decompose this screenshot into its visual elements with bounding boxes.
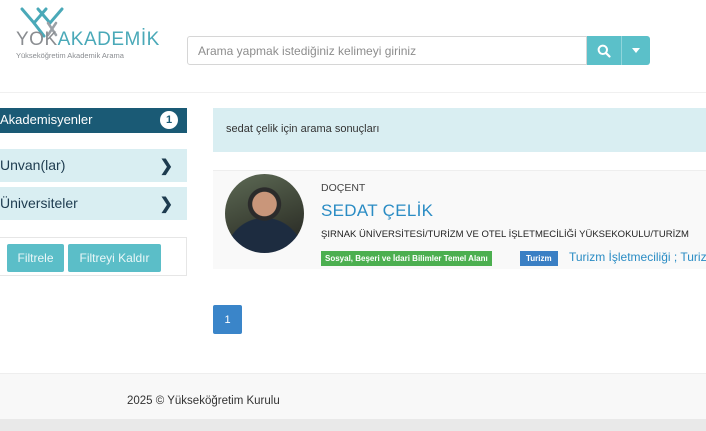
sidebar-item-universiteler[interactable]: Üniversiteler ❯ <box>0 187 187 220</box>
bottom-strip <box>0 419 706 431</box>
search-button[interactable] <box>587 36 621 65</box>
field-tag[interactable]: Sosyal, Beşeri ve İdari Bilimler Temel A… <box>321 251 492 266</box>
sidebar-item-label: Unvan(lar) <box>0 157 66 173</box>
header-divider <box>0 92 706 93</box>
chevron-right-icon: ❯ <box>159 196 173 213</box>
affiliation: ŞIRNAK ÜNİVERSİTESİ/TURİZM VE OTEL İŞLET… <box>321 229 689 240</box>
discipline-tag[interactable]: Turizm <box>520 251 558 266</box>
search-input[interactable]: Arama yapmak istediğiniz kelimeyi girini… <box>187 36 587 65</box>
search-icon <box>597 44 611 58</box>
caret-down-icon <box>632 48 640 53</box>
avatar[interactable] <box>225 174 304 253</box>
sidebar-item-label: Akademisyenler <box>0 112 93 127</box>
filter-button[interactable]: Filtrele <box>7 244 64 272</box>
count-badge: 1 <box>160 111 178 129</box>
logo-akademik-text: AKADEMİK <box>57 29 160 50</box>
chevron-right-icon: ❯ <box>159 158 173 175</box>
sidebar-item-akademisyenler[interactable]: Akademisyenler <box>0 108 187 133</box>
academic-title: DOÇENT <box>321 182 366 194</box>
sidebar-item-unvanlar[interactable]: Unvan(lar) ❯ <box>0 149 187 182</box>
keywords-link[interactable]: Turizm İşletmeciliği ; Turizm <box>569 250 706 264</box>
logo-subtitle: Yükseköğretim Akademik Arama <box>16 51 124 60</box>
logo-yok-text: YOK <box>16 29 58 50</box>
logo-wordmark: YOKAKADEMİK <box>16 29 160 51</box>
person-name-link[interactable]: SEDAT ÇELİK <box>321 201 433 221</box>
pagination-page-button[interactable]: 1 <box>213 305 242 334</box>
search-results-banner: sedat çelik için arama sonuçları <box>213 108 706 152</box>
yok-akademik-logo[interactable]: YOKAKADEMİK Yükseköğretim Akademik Arama <box>0 6 159 62</box>
sidebar-item-label: Üniversiteler <box>0 195 78 211</box>
footer <box>0 373 706 420</box>
header: YOKAKADEMİK Yükseköğretim Akademik Arama… <box>0 0 706 92</box>
footer-copyright: 2025 © Yükseköğretim Kurulu <box>127 395 280 407</box>
search-options-dropdown[interactable] <box>621 36 650 65</box>
clear-filter-button[interactable]: Filtreyi Kaldır <box>68 244 161 272</box>
